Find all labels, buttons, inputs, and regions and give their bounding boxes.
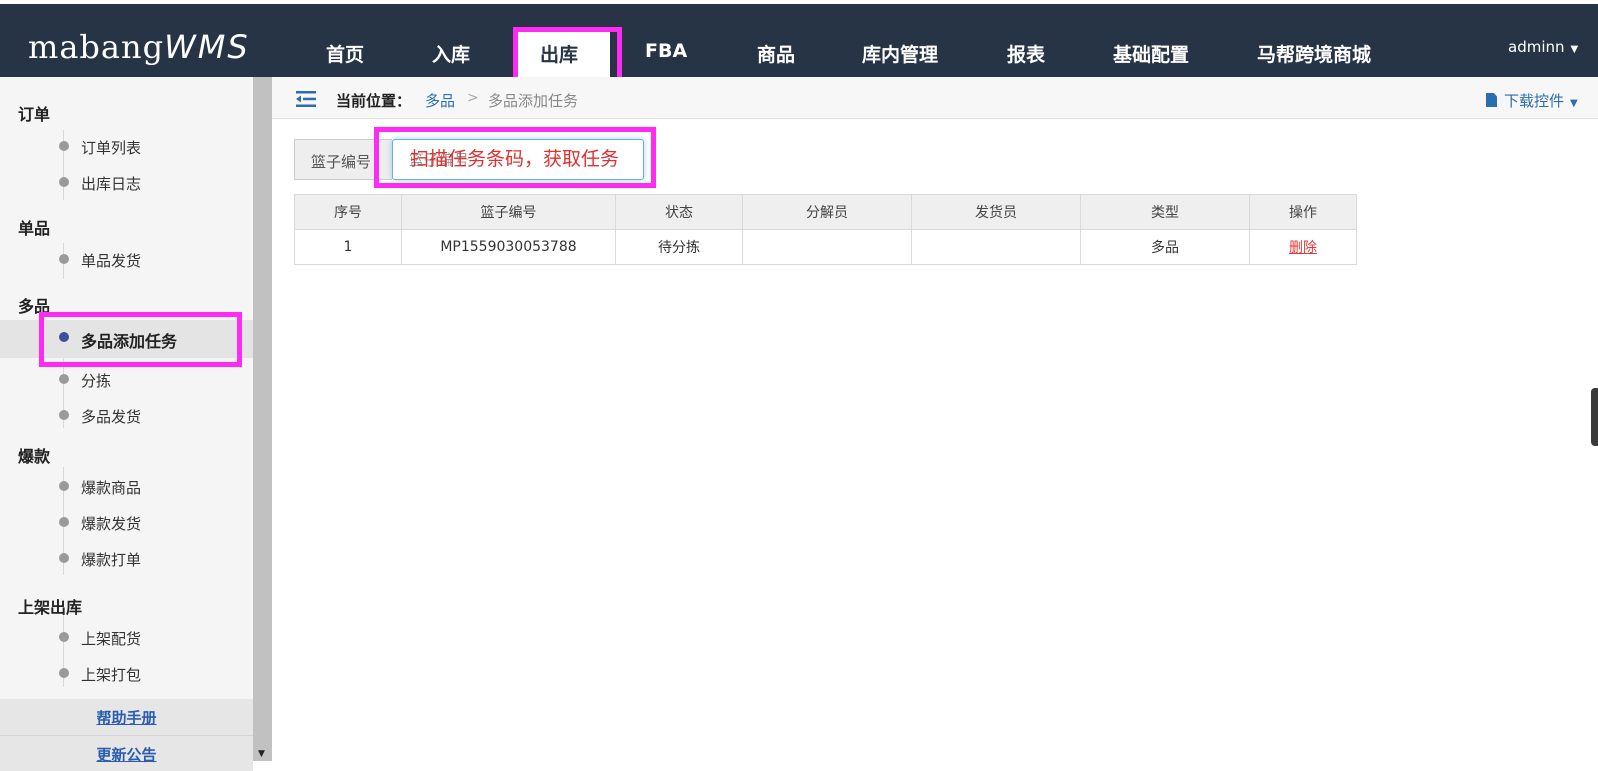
app-logo[interactable]: mabangWMS xyxy=(28,28,250,66)
cell-shipper xyxy=(911,229,1081,265)
top-strip xyxy=(0,0,1598,4)
user-name: adminn xyxy=(1508,38,1565,56)
sidebar-item-label: 爆款打单 xyxy=(81,551,142,569)
user-menu[interactable]: adminn ▼ xyxy=(1508,38,1578,56)
cell-type: 多品 xyxy=(1080,229,1250,265)
breadcrumb-parent-link[interactable]: 多品 xyxy=(425,90,455,111)
breadcrumb-current: 多品添加任务 xyxy=(488,92,579,110)
sidebar-group-hot: 爆款 xyxy=(18,447,51,466)
bullet-icon xyxy=(59,553,69,563)
announcements-link[interactable]: 更新公告 xyxy=(96,746,156,764)
breadcrumb-label: 当前位置： xyxy=(336,92,412,110)
table-header-row: 序号 篮子编号 状态 分解员 发货员 类型 操作 xyxy=(294,194,1357,230)
sidebar-item-label: 多品发货 xyxy=(81,408,142,426)
delete-link[interactable]: 删除 xyxy=(1289,240,1317,256)
bullet-icon xyxy=(59,517,69,527)
sidebar-item-order-list[interactable]: 订单列表 xyxy=(0,129,253,165)
cell-basket: MP1559030053788 xyxy=(401,229,616,265)
download-icon xyxy=(1486,93,1497,107)
nav-reports[interactable]: 报表 xyxy=(1007,40,1045,67)
sidebar-item-single-ship[interactable]: 单品发货 xyxy=(0,242,253,278)
sidebar-group-orders: 订单 xyxy=(18,105,51,124)
bullet-icon xyxy=(59,177,69,187)
sidebar-item-label: 上架打包 xyxy=(81,666,142,684)
column-header-shipper: 发货员 xyxy=(911,194,1081,230)
breadcrumb-separator: > xyxy=(467,90,479,106)
sidebar-item-label: 出库日志 xyxy=(81,175,142,193)
column-header-index: 序号 xyxy=(294,194,402,230)
cell-action: 删除 xyxy=(1249,229,1357,265)
sidebar-group-single: 单品 xyxy=(18,219,51,238)
sidebar-item-hot-ship[interactable]: 爆款发货 xyxy=(0,505,253,541)
logo-main: mabang xyxy=(28,28,165,66)
side-panel-handle[interactable] xyxy=(1591,388,1598,446)
download-plugin-button[interactable]: 下载控件 ▼ xyxy=(1486,90,1578,111)
cell-status: 待分拣 xyxy=(615,229,743,265)
logo-suffix: WMS xyxy=(164,28,250,66)
sidebar-scrollbar[interactable] xyxy=(253,77,272,761)
sidebar-group-shelf: 上架出库 xyxy=(18,598,83,617)
scroll-down-icon[interactable]: ▼ xyxy=(258,749,265,759)
sidebar-item-label: 爆款发货 xyxy=(81,515,142,533)
column-header-splitter: 分解员 xyxy=(742,194,912,230)
bullet-icon xyxy=(59,481,69,491)
sidebar-item-label: 分拣 xyxy=(81,372,112,390)
nav-products[interactable]: 商品 xyxy=(757,40,795,67)
bullet-icon xyxy=(59,254,69,264)
sidebar-item-sorting[interactable]: 分拣 xyxy=(0,362,253,398)
column-header-status: 状态 xyxy=(615,194,743,230)
chevron-down-icon: ▼ xyxy=(1570,44,1579,55)
nav-home[interactable]: 首页 xyxy=(326,40,364,67)
sidebar-toggle-icon[interactable] xyxy=(296,91,316,107)
sidebar-item-label: 订单列表 xyxy=(81,139,142,157)
nav-fba[interactable]: FBA xyxy=(645,40,687,62)
bullet-icon xyxy=(59,410,69,420)
bullet-icon xyxy=(59,632,69,642)
sidebar-item-label: 单品发货 xyxy=(81,252,142,270)
nav-mall[interactable]: 马帮跨境商城 xyxy=(1257,40,1371,67)
sidebar-item-shelf-pack[interactable]: 上架打包 xyxy=(0,656,253,692)
column-header-type: 类型 xyxy=(1080,194,1250,230)
cell-index: 1 xyxy=(294,229,402,265)
column-header-action: 操作 xyxy=(1249,194,1357,230)
nav-settings[interactable]: 基础配置 xyxy=(1113,40,1189,67)
column-header-basket: 篮子编号 xyxy=(401,194,616,230)
sidebar-highlight-frame xyxy=(39,312,242,367)
bullet-icon xyxy=(59,668,69,678)
help-manual-link[interactable]: 帮助手册 xyxy=(96,709,156,727)
sidebar-item-multi-ship[interactable]: 多品发货 xyxy=(0,398,253,434)
sidebar-item-outbound-log[interactable]: 出库日志 xyxy=(0,165,253,201)
download-label: 下载控件 xyxy=(1504,92,1565,110)
nav-inbound[interactable]: 入库 xyxy=(432,40,470,67)
table-row: 1 MP1559030053788 待分拣 多品 删除 xyxy=(294,229,1357,265)
bullet-icon xyxy=(59,141,69,151)
sidebar-item-shelf-pick[interactable]: 上架配货 xyxy=(0,620,253,656)
annotation-text: 扫描任务条码，获取任务 xyxy=(410,148,620,170)
task-table: 序号 篮子编号 状态 分解员 发货员 类型 操作 1 MP15590300537… xyxy=(294,194,1357,265)
nav-warehouse[interactable]: 库内管理 xyxy=(862,40,938,67)
announcements-row: 更新公告 xyxy=(0,735,253,771)
chevron-down-icon: ▼ xyxy=(1570,98,1578,109)
bullet-icon xyxy=(59,374,69,384)
sidebar-item-label: 爆款商品 xyxy=(81,479,142,497)
sidebar-item-label: 上架配货 xyxy=(81,630,142,648)
sidebar-item-hot-print[interactable]: 爆款打单 xyxy=(0,541,253,577)
help-manual-row: 帮助手册 xyxy=(0,699,253,735)
cell-splitter xyxy=(742,229,912,265)
sidebar-item-hot-products[interactable]: 爆款商品 xyxy=(0,469,253,505)
